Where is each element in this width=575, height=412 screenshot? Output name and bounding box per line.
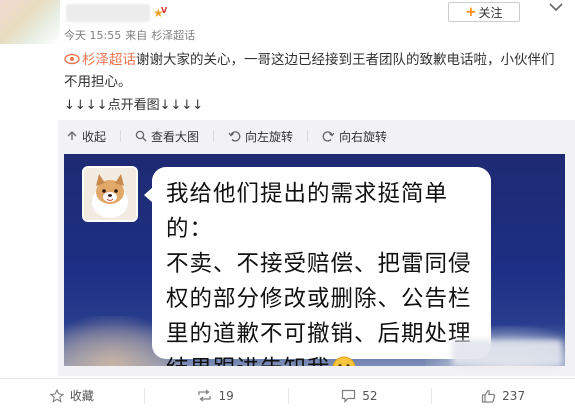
bubble-line: 里的道歉不可撤销、后期处理: [166, 321, 472, 347]
watermark-blurred: [452, 340, 562, 366]
timestamp[interactable]: 今天 15:55: [64, 27, 121, 43]
super-topic-link[interactable]: 杉泽超话: [64, 52, 136, 68]
repost-count: 19: [218, 388, 234, 403]
magnifier-icon: [135, 130, 147, 142]
rotate-left-label: 向左旋转: [245, 129, 294, 144]
thinking-emoji-icon: [332, 356, 355, 366]
speech-bubble: 我给他们提出的需求挺简单的： 不卖、不接受赔偿、把雷同侵 权的部分修改或删除、公…: [144, 167, 491, 366]
rotate-left-button[interactable]: 向左旋转: [228, 128, 293, 145]
comment-count: 52: [362, 388, 378, 403]
plus-icon: +: [465, 4, 477, 20]
comment-button[interactable]: 52: [287, 379, 432, 412]
bubble-line: 结果跟进告知我: [166, 356, 331, 366]
bubble-text: 我给他们提出的需求挺简单的： 不卖、不接受赔偿、把雷同侵 权的部分修改或删除、公…: [166, 177, 479, 366]
follow-button[interactable]: + 关注: [448, 2, 520, 22]
media-toolbar: 收起 查看大图 向左旋转 向右旋转: [58, 120, 575, 152]
collapse-label: 收起: [82, 129, 107, 144]
rotate-left-icon: [228, 131, 241, 142]
post-image[interactable]: 我给他们提出的需求挺简单的： 不卖、不接受赔偿、把雷同侵 权的部分修改或删除、公…: [64, 154, 565, 366]
view-image-hint: ↓↓↓↓点开看图↓↓↓↓: [64, 98, 204, 113]
dog-avatar-icon: [82, 166, 138, 222]
bubble-line: 不卖、不接受赔偿、把雷同侵: [166, 251, 472, 277]
collapse-button[interactable]: 收起: [66, 128, 106, 145]
chevron-down-icon[interactable]: [549, 2, 565, 16]
repost-icon: [198, 389, 212, 402]
source-prefix: 来自: [125, 29, 148, 42]
star-icon: [49, 388, 64, 403]
like-count: 237: [502, 388, 526, 403]
view-large-button[interactable]: 查看大图: [135, 128, 199, 145]
super-topic-label: 杉泽超话: [82, 52, 136, 68]
toolbar-divider: [307, 130, 309, 142]
favorite-button[interactable]: 收藏: [0, 379, 144, 412]
member-badge-icon: ★ V: [153, 6, 168, 20]
username-blurred[interactable]: [66, 4, 150, 22]
rotate-right-button[interactable]: 向右旋转: [322, 128, 387, 145]
topic-eye-icon: [64, 53, 80, 65]
repost-button[interactable]: 19: [143, 379, 288, 412]
bubble-line: 我给他们提出的需求挺简单的：: [166, 181, 449, 242]
favorite-label: 收藏: [69, 389, 94, 403]
view-large-label: 查看大图: [151, 129, 200, 144]
toolbar-divider: [120, 130, 122, 142]
post-text: 杉泽超话谢谢大家的关心，一哥这边已经接到王者团队的致歉电话啦，小伙伴们不用担心。: [64, 49, 564, 93]
follow-label: 关注: [478, 5, 503, 20]
comment-icon: [342, 389, 356, 403]
source-link[interactable]: 杉泽超话: [151, 27, 195, 43]
toolbar-divider: [213, 130, 215, 142]
like-button[interactable]: 237: [431, 379, 575, 412]
thumbs-up-icon: [482, 389, 496, 403]
post-body: 谢谢大家的关心，一哥这边已经接到王者团队的致歉电话啦，小伙伴们不用担心。: [64, 52, 555, 90]
collapse-icon: [67, 131, 77, 140]
post-meta: 今天 15:55 来自 杉泽超话: [64, 27, 195, 43]
rotate-right-icon: [322, 131, 335, 142]
rotate-right-label: 向右旋转: [339, 129, 388, 144]
user-avatar[interactable]: [0, 0, 60, 44]
bubble-line: 权的部分修改或删除、公告栏: [166, 286, 472, 312]
bubble-line-last: 结果跟进告知我: [166, 352, 479, 366]
post-action-bar: 收藏 19 52 237: [0, 378, 575, 412]
